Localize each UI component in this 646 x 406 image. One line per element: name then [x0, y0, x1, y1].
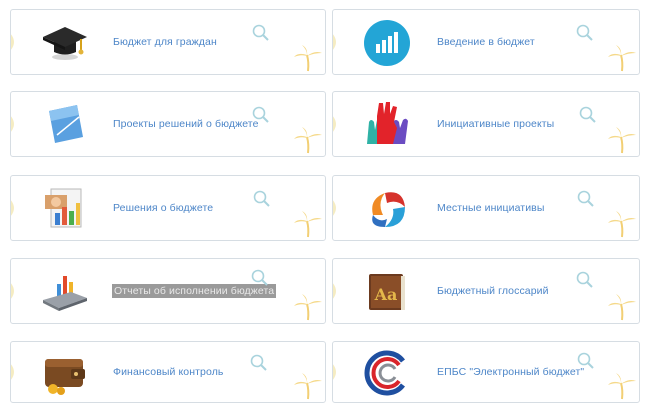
chart-report-icon [45, 188, 82, 228]
ebudget-logo-icon [364, 350, 405, 396]
leaf-decoration-icon [333, 200, 336, 216]
tile-budget-execution-reports[interactable]: Отчеты об исполнении бюджета [10, 258, 326, 324]
search-icon[interactable] [250, 354, 268, 372]
leaf-decoration-icon [333, 283, 336, 299]
tile-introduction-to-budget[interactable]: Введение в бюджет [332, 9, 640, 75]
people-circle-icon [372, 192, 405, 227]
palm-decoration-icon [294, 373, 322, 400]
palm-decoration-icon [608, 294, 636, 321]
search-icon[interactable] [251, 269, 269, 287]
palm-decoration-icon [608, 373, 636, 400]
tile-label: Инициативные проекты [437, 118, 555, 130]
search-icon[interactable] [252, 106, 270, 124]
tile-label: Местные инициативы [437, 202, 545, 214]
palm-decoration-icon [608, 211, 636, 238]
tile-label: Финансовый контроль [113, 366, 224, 378]
search-icon[interactable] [579, 106, 597, 124]
book-icon: Aa [369, 274, 405, 310]
search-icon[interactable] [253, 190, 271, 208]
palm-decoration-icon [294, 294, 322, 321]
tile-budget-glossary[interactable]: Aa Бюджетный глоссарий [332, 258, 640, 324]
tile-budget-for-citizens[interactable]: Бюджет для граждан [10, 9, 326, 75]
search-icon[interactable] [577, 190, 595, 208]
leaf-decoration-icon [11, 364, 14, 380]
search-icon[interactable] [577, 352, 595, 370]
tile-label: Проекты решений о бюджете [113, 118, 259, 130]
tile-label: ЕПБС "Электронный бюджет" [437, 366, 585, 378]
raised-hands-icon [367, 102, 408, 144]
palm-decoration-icon [608, 45, 636, 72]
palm-decoration-icon [294, 45, 322, 72]
palm-decoration-icon [294, 211, 322, 238]
wallet-icon [45, 359, 85, 395]
search-icon[interactable] [576, 24, 594, 42]
search-icon[interactable] [576, 271, 594, 289]
leaf-decoration-icon [333, 364, 336, 380]
tile-initiative-projects[interactable]: Инициативные проекты [332, 91, 640, 157]
tile-local-initiatives[interactable]: Местные инициативы [332, 175, 640, 241]
leaf-decoration-icon [333, 116, 336, 132]
tile-epbs-electronic-budget[interactable]: ЕПБС "Электронный бюджет" [332, 341, 640, 403]
tile-budget-decisions[interactable]: Решения о бюджете [10, 175, 326, 241]
tile-label: Введение в бюджет [437, 36, 535, 48]
calculator-chart-icon [43, 276, 87, 311]
leaf-decoration-icon [11, 283, 14, 299]
tile-draft-budget-decisions[interactable]: Проекты решений о бюджете [10, 91, 326, 157]
palm-decoration-icon [608, 127, 636, 154]
search-icon[interactable] [252, 24, 270, 42]
graduation-cap-icon [43, 27, 87, 60]
leaf-decoration-icon [11, 34, 14, 50]
document-icon [49, 105, 83, 143]
svg-text:Aa: Aa [374, 285, 398, 304]
tile-financial-control[interactable]: Финансовый контроль [10, 341, 326, 403]
leaf-decoration-icon [11, 200, 14, 216]
bar-chart-icon [364, 20, 410, 66]
leaf-decoration-icon [333, 34, 336, 50]
leaf-decoration-icon [11, 116, 14, 132]
palm-decoration-icon [294, 127, 322, 154]
tile-label: Решения о бюджете [113, 202, 214, 214]
tile-label: Бюджет для граждан [113, 36, 217, 48]
tile-label: Бюджетный глоссарий [437, 285, 549, 297]
